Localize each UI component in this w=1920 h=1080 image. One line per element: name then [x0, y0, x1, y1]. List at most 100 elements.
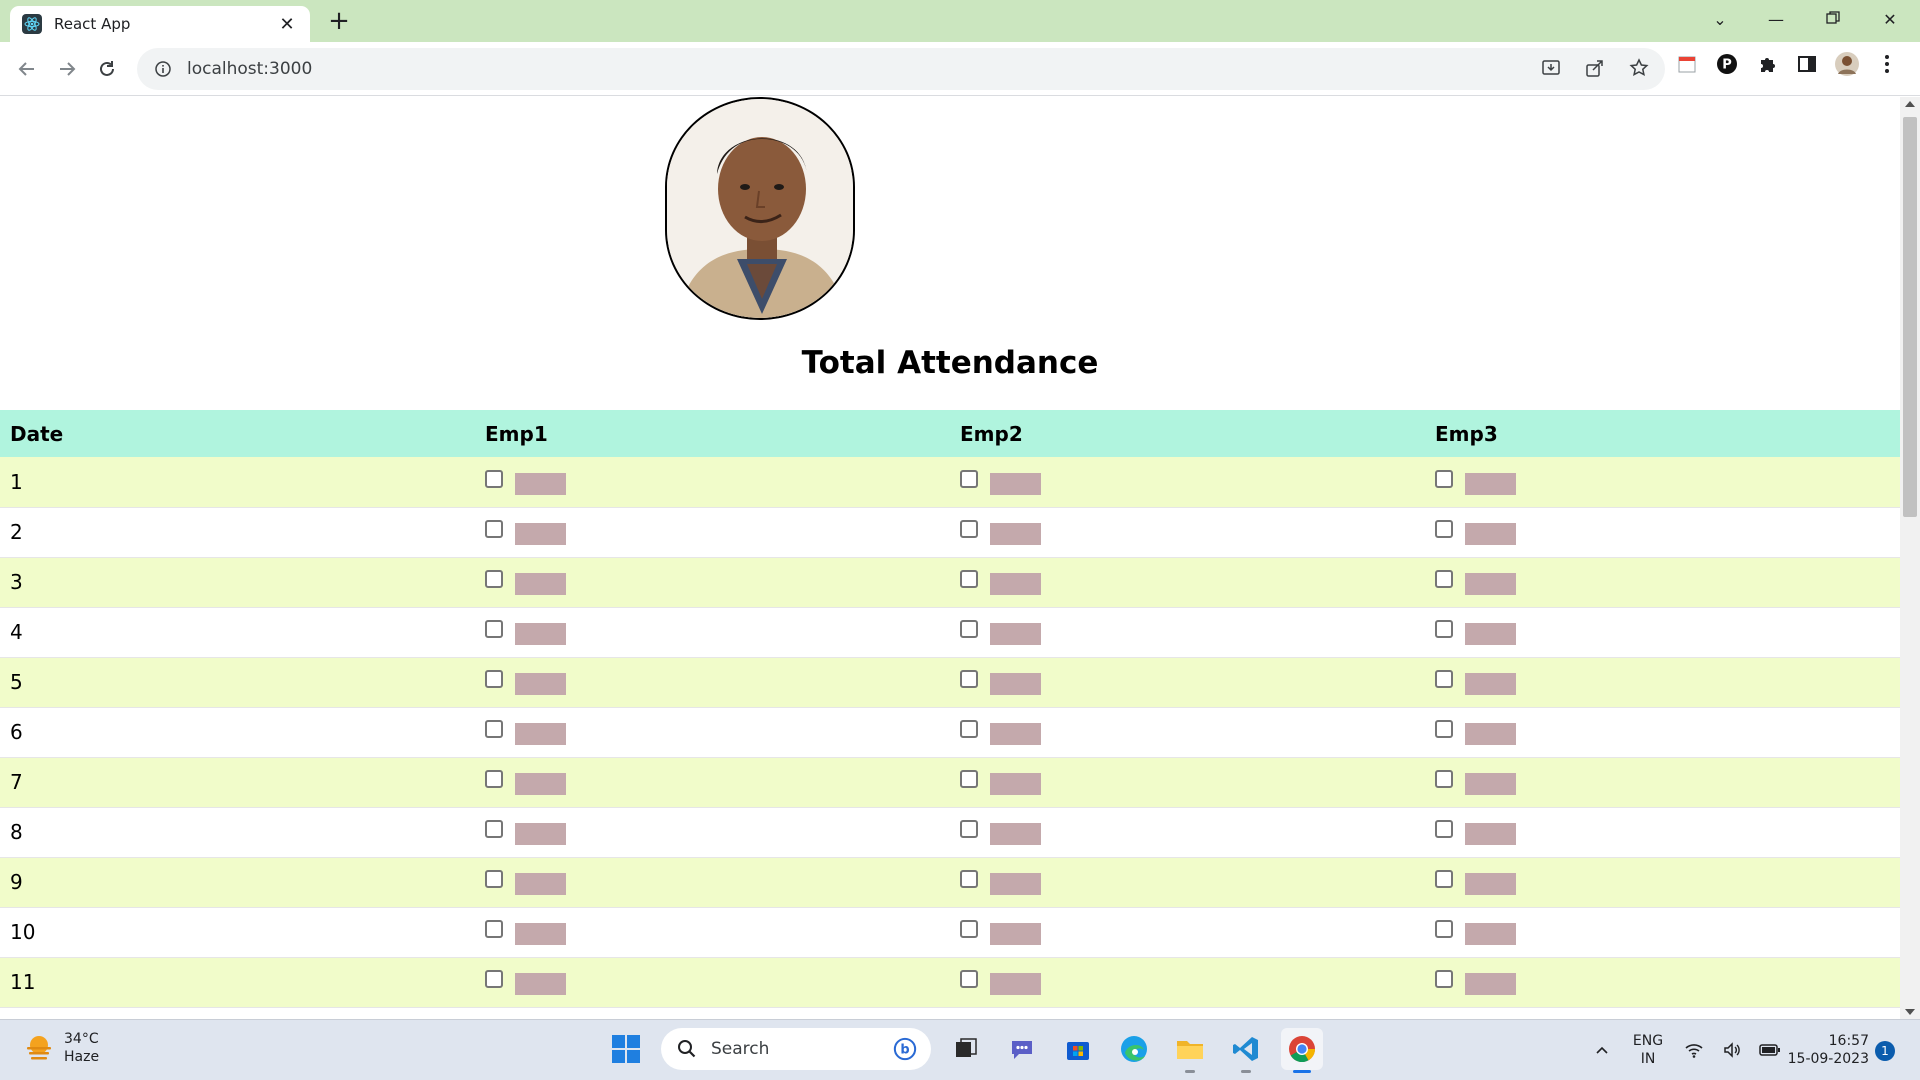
emp1-attendance-checkbox[interactable] — [485, 870, 503, 888]
site-info-icon[interactable] — [151, 57, 175, 81]
emp3-attendance-checkbox[interactable] — [1435, 720, 1453, 738]
chrome-taskbar-icon[interactable] — [1281, 1028, 1323, 1073]
emp1-attendance-checkbox[interactable] — [485, 920, 503, 938]
side-panel-icon[interactable] — [1795, 52, 1819, 76]
emp1-attendance-field[interactable] — [515, 673, 566, 695]
edge-browser-icon[interactable] — [1113, 1028, 1155, 1070]
emp1-attendance-checkbox[interactable] — [485, 570, 503, 588]
emp2-attendance-field[interactable] — [990, 623, 1041, 645]
wifi-icon[interactable] — [1682, 1038, 1706, 1062]
emp1-attendance-field[interactable] — [515, 773, 566, 795]
share-icon[interactable] — [1583, 56, 1607, 80]
emp2-attendance-field[interactable] — [990, 823, 1041, 845]
teams-chat-icon[interactable] — [1001, 1028, 1043, 1070]
emp3-attendance-checkbox[interactable] — [1435, 970, 1453, 988]
emp3-attendance-checkbox[interactable] — [1435, 520, 1453, 538]
emp3-attendance-field[interactable] — [1465, 773, 1516, 795]
emp2-attendance-field[interactable] — [990, 873, 1041, 895]
emp2-attendance-field[interactable] — [990, 723, 1041, 745]
emp1-attendance-checkbox[interactable] — [485, 770, 503, 788]
tab-search-chevron-icon[interactable]: ⌄ — [1700, 6, 1740, 34]
minimize-button[interactable]: — — [1756, 6, 1796, 34]
emp2-attendance-checkbox[interactable] — [960, 770, 978, 788]
address-bar[interactable]: localhost:3000 — [137, 48, 1665, 90]
calendar-extension-icon[interactable] — [1675, 52, 1699, 76]
file-explorer-icon[interactable] — [1169, 1028, 1211, 1073]
emp1-attendance-field[interactable] — [515, 923, 566, 945]
emp3-attendance-checkbox[interactable] — [1435, 770, 1453, 788]
emp3-attendance-field[interactable] — [1465, 623, 1516, 645]
emp2-attendance-field[interactable] — [990, 573, 1041, 595]
emp2-attendance-checkbox[interactable] — [960, 870, 978, 888]
forward-arrow-icon[interactable] — [50, 52, 84, 86]
start-windows-icon[interactable] — [605, 1028, 647, 1070]
bing-chat-icon[interactable]: b — [893, 1037, 917, 1061]
emp2-attendance-field[interactable] — [990, 673, 1041, 695]
new-tab-button[interactable]: + — [325, 8, 353, 36]
microsoft-store-icon[interactable] — [1057, 1028, 1099, 1070]
emp3-attendance-checkbox[interactable] — [1435, 820, 1453, 838]
close-window-button[interactable]: ✕ — [1870, 6, 1910, 34]
emp3-attendance-checkbox[interactable] — [1435, 920, 1453, 938]
p-extension-icon[interactable]: P — [1715, 52, 1739, 76]
emp3-attendance-checkbox[interactable] — [1435, 620, 1453, 638]
task-view-icon[interactable] — [945, 1028, 987, 1070]
emp1-attendance-checkbox[interactable] — [485, 620, 503, 638]
emp2-attendance-field[interactable] — [990, 923, 1041, 945]
emp3-attendance-field[interactable] — [1465, 673, 1516, 695]
emp1-attendance-field[interactable] — [515, 873, 566, 895]
emp3-attendance-field[interactable] — [1465, 723, 1516, 745]
emp1-attendance-field[interactable] — [515, 523, 566, 545]
emp2-attendance-field[interactable] — [990, 523, 1041, 545]
emp1-attendance-checkbox[interactable] — [485, 970, 503, 988]
emp1-attendance-field[interactable] — [515, 823, 566, 845]
scroll-down-arrow-icon[interactable] — [1905, 1009, 1915, 1015]
volume-icon[interactable] — [1720, 1038, 1744, 1062]
emp2-attendance-checkbox[interactable] — [960, 920, 978, 938]
emp3-attendance-field[interactable] — [1465, 573, 1516, 595]
restore-button[interactable] — [1813, 6, 1853, 34]
bookmark-star-icon[interactable] — [1627, 56, 1651, 80]
chrome-menu-icon[interactable] — [1875, 52, 1899, 76]
system-clock[interactable]: 16:57 15-09-2023 — [1785, 1032, 1869, 1068]
weather-widget[interactable]: 34°C Haze — [24, 1030, 99, 1066]
tab-close-icon[interactable]: ✕ — [276, 14, 298, 35]
emp1-attendance-checkbox[interactable] — [485, 520, 503, 538]
emp1-attendance-field[interactable] — [515, 973, 566, 995]
emp2-attendance-field[interactable] — [990, 773, 1041, 795]
emp2-attendance-field[interactable] — [990, 973, 1041, 995]
install-app-icon[interactable] — [1539, 56, 1563, 80]
emp3-attendance-field[interactable] — [1465, 472, 1516, 495]
emp3-attendance-field[interactable] — [1465, 873, 1516, 895]
emp1-attendance-checkbox[interactable] — [485, 469, 503, 488]
emp2-attendance-checkbox[interactable] — [960, 820, 978, 838]
emp2-attendance-checkbox[interactable] — [960, 570, 978, 588]
emp2-attendance-checkbox[interactable] — [960, 520, 978, 538]
scroll-up-arrow-icon[interactable] — [1905, 101, 1915, 107]
emp3-attendance-field[interactable] — [1465, 973, 1516, 995]
emp2-attendance-checkbox[interactable] — [960, 970, 978, 988]
input-language-indicator[interactable]: ENG IN — [1628, 1032, 1668, 1068]
vscode-icon[interactable] — [1225, 1028, 1267, 1073]
emp1-attendance-field[interactable] — [515, 623, 566, 645]
emp3-attendance-field[interactable] — [1465, 923, 1516, 945]
show-hidden-icons-chevron-icon[interactable] — [1590, 1038, 1614, 1062]
emp3-attendance-field[interactable] — [1465, 523, 1516, 545]
emp2-attendance-checkbox[interactable] — [960, 670, 978, 688]
emp1-attendance-field[interactable] — [515, 472, 566, 495]
emp2-attendance-checkbox[interactable] — [960, 469, 978, 488]
notification-badge[interactable]: 1 — [1875, 1041, 1895, 1061]
emp1-attendance-checkbox[interactable] — [485, 720, 503, 738]
taskbar-search-box[interactable]: Search b — [661, 1028, 931, 1070]
page-scrollbar[interactable] — [1900, 97, 1920, 1019]
emp3-attendance-checkbox[interactable] — [1435, 570, 1453, 588]
emp2-attendance-checkbox[interactable] — [960, 720, 978, 738]
extensions-puzzle-icon[interactable] — [1755, 52, 1779, 76]
reload-icon[interactable] — [90, 52, 124, 86]
emp3-attendance-checkbox[interactable] — [1435, 870, 1453, 888]
emp2-attendance-field[interactable] — [990, 472, 1041, 495]
battery-icon[interactable] — [1758, 1038, 1782, 1062]
emp3-attendance-checkbox[interactable] — [1435, 670, 1453, 688]
profile-avatar-icon[interactable] — [1835, 52, 1859, 76]
browser-tab[interactable]: React App ✕ — [10, 6, 310, 42]
